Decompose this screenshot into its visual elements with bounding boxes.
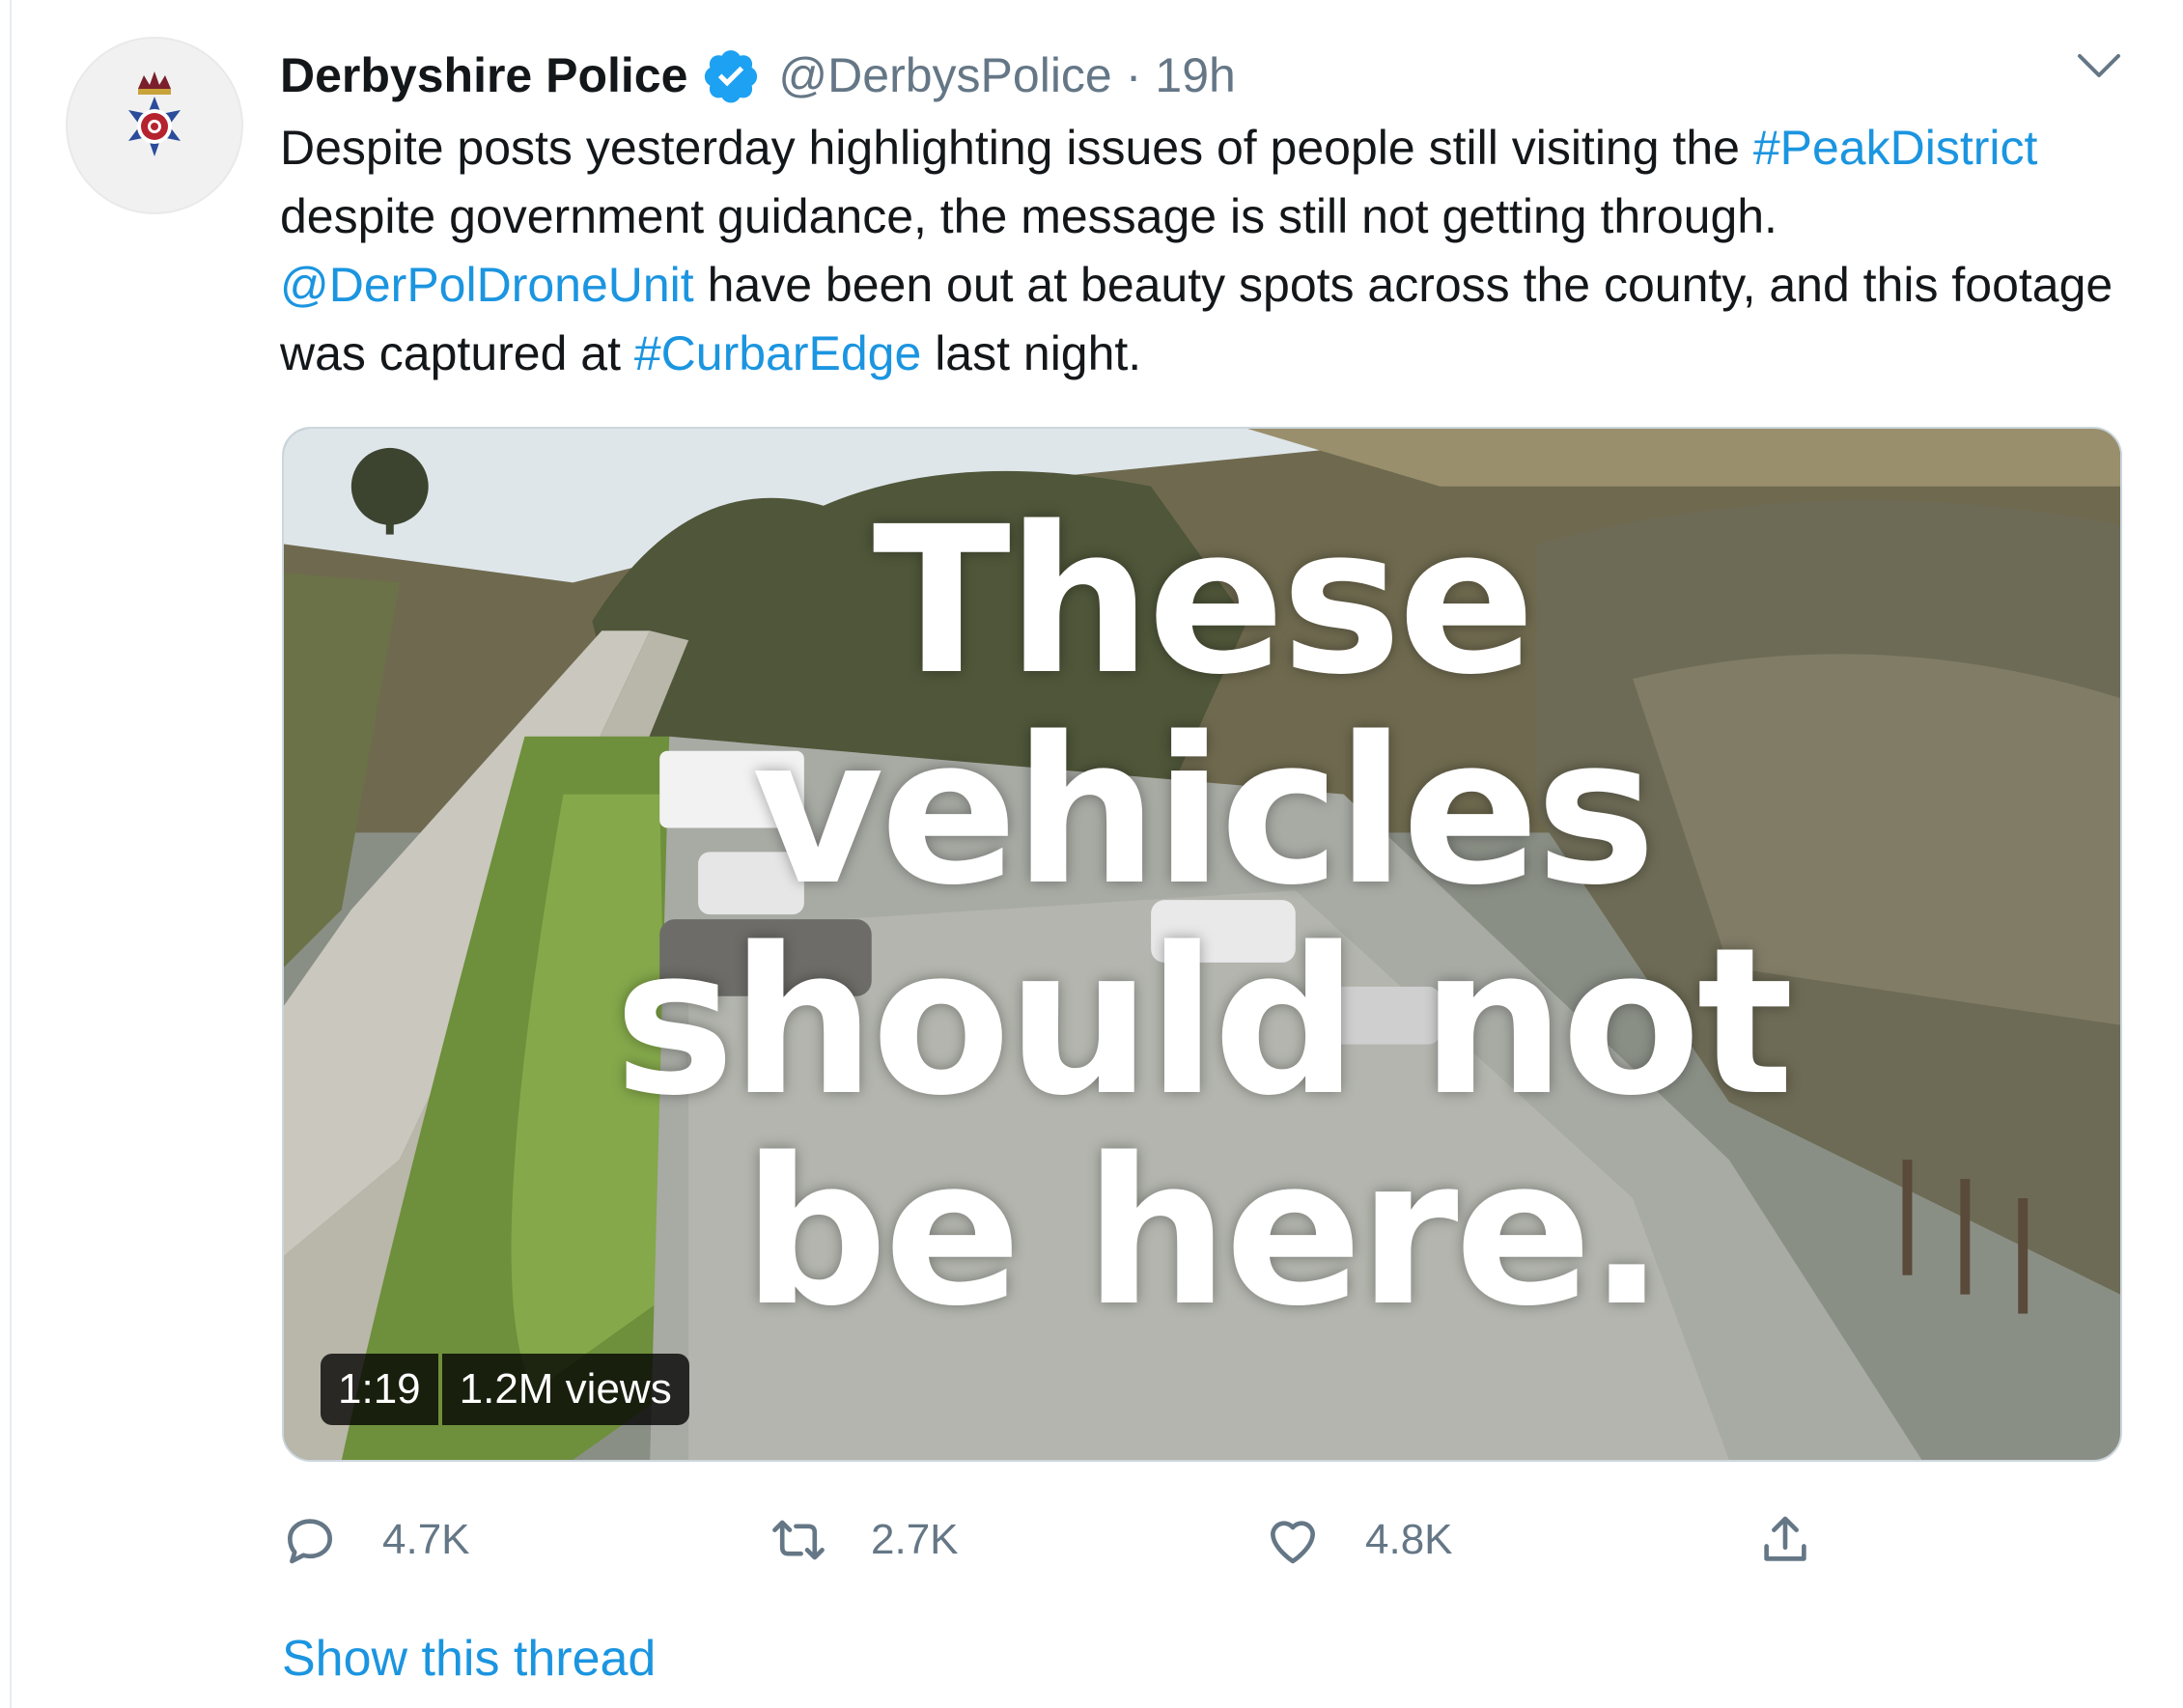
police-crest-icon bbox=[128, 71, 181, 156]
header-separator: · bbox=[1125, 48, 1142, 102]
reply-count: 4.7K bbox=[382, 1516, 470, 1563]
tweet-actions: 4.7K 2.7K 4.8K bbox=[280, 1506, 1844, 1574]
video-badges: 1:19 1.2M views bbox=[321, 1354, 689, 1425]
like-button[interactable]: 4.8K bbox=[1263, 1506, 1453, 1574]
author-name[interactable]: Derbyshire Police bbox=[280, 47, 687, 103]
tweet-header: Derbyshire Police @DerbysPolice · 19h bbox=[280, 37, 1236, 114]
hashtag-link-curbaredge[interactable]: #CurbarEdge bbox=[634, 326, 921, 380]
overlay-line: be here. bbox=[742, 1114, 1665, 1351]
video-player[interactable]: These vehicles should not be here. 1:19 … bbox=[282, 427, 2122, 1462]
retweet-count: 2.7K bbox=[871, 1516, 959, 1563]
retweet-icon bbox=[772, 1520, 825, 1560]
verified-badge-icon bbox=[705, 50, 758, 103]
overlay-line: should not bbox=[614, 904, 1794, 1140]
video-view-count: 1.2M views bbox=[441, 1354, 689, 1425]
share-icon bbox=[1764, 1516, 1806, 1561]
reply-icon bbox=[288, 1519, 332, 1564]
avatar[interactable] bbox=[66, 37, 243, 214]
tweet-text-part: despite government guidance, the message… bbox=[280, 189, 1777, 243]
show-thread-link[interactable]: Show this thread bbox=[282, 1630, 656, 1688]
tweet-timestamp[interactable]: 19h bbox=[1155, 47, 1235, 103]
like-count: 4.8K bbox=[1365, 1516, 1453, 1563]
tweet-text: Despite posts yesterday highlighting iss… bbox=[280, 114, 2134, 388]
overlay-line: These bbox=[872, 483, 1536, 719]
author-handle[interactable]: @DerbysPolice bbox=[778, 47, 1111, 103]
chevron-down-icon[interactable] bbox=[2074, 46, 2124, 85]
tweet-text-part: Despite posts yesterday highlighting iss… bbox=[280, 121, 1753, 175]
video-duration: 1:19 bbox=[321, 1354, 438, 1425]
video-overlay-text: These vehicles should not be here. bbox=[284, 496, 2120, 1338]
overlay-line: vehicles bbox=[751, 693, 1657, 930]
share-button[interactable] bbox=[1755, 1506, 1858, 1574]
retweet-button[interactable]: 2.7K bbox=[769, 1506, 959, 1574]
reply-button[interactable]: 4.7K bbox=[280, 1506, 470, 1574]
hashtag-link-peakdistrict[interactable]: #PeakDistrict bbox=[1753, 121, 2038, 175]
like-icon bbox=[1271, 1521, 1315, 1564]
mention-link-derpoldroneunit[interactable]: @DerPolDroneUnit bbox=[280, 258, 694, 312]
tweet[interactable]: Derbyshire Police @DerbysPolice · 19h De… bbox=[0, 0, 2183, 1708]
tweet-text-part: last night. bbox=[921, 326, 1142, 380]
